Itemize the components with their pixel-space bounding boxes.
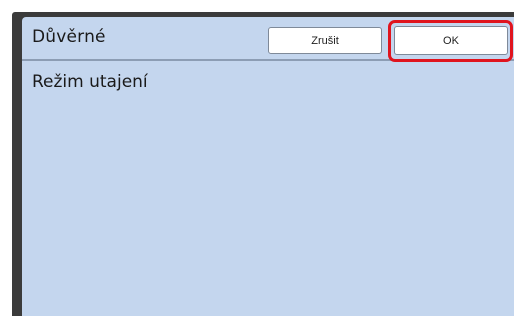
dialog-header: Důvěrné Zrušit OK — [22, 17, 514, 62]
cancel-button[interactable]: Zrušit — [268, 27, 382, 54]
dialog-panel: Důvěrné Zrušit OK Režim utajení — [22, 17, 514, 316]
ok-button[interactable]: OK — [394, 26, 508, 55]
confidential-mode-label: Režim utajení — [32, 72, 148, 92]
dialog-title: Důvěrné — [32, 27, 106, 47]
